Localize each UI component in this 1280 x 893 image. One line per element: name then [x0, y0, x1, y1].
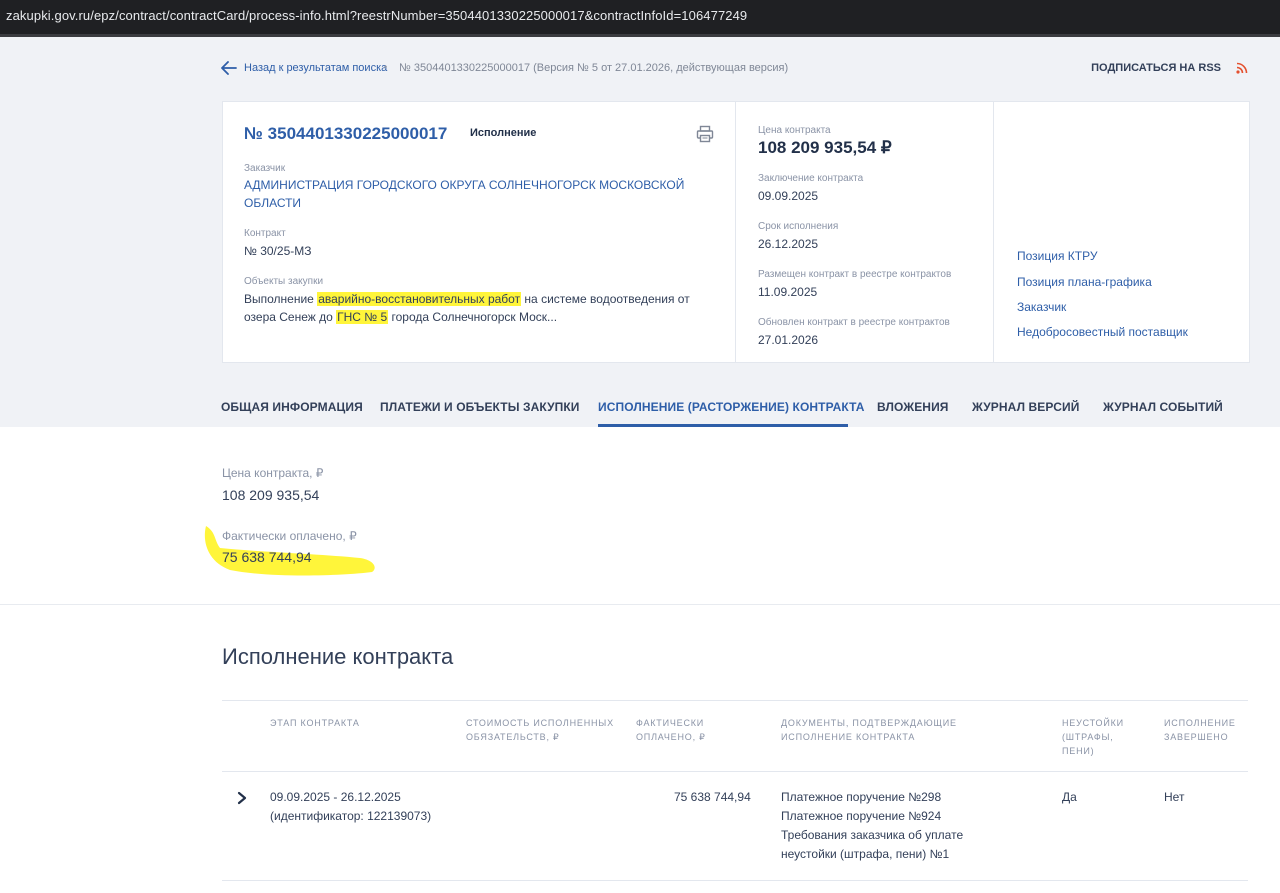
document-link[interactable]: неустойки (штрафа, пени) №1: [781, 847, 949, 861]
th-penalties: НЕУСТОЙКИ (ШТРАФЫ, ПЕНИ): [1062, 718, 1124, 756]
section-title: Исполнение контракта: [222, 644, 454, 669]
print-icon[interactable]: [696, 125, 714, 143]
customer-label: Заказчик: [244, 163, 286, 174]
ktru-position-link[interactable]: Позиция КТРУ: [1017, 249, 1097, 263]
th-completed: ИСПОЛНЕНИЕ ЗАВЕРШЕНО: [1164, 718, 1236, 742]
status-badge: Исполнение: [470, 127, 537, 139]
section-divider: [0, 604, 1280, 605]
document-link[interactable]: Требования заказчика об уплате: [781, 828, 963, 842]
unfair-supplier-link[interactable]: Недобросовестный поставщик: [1017, 325, 1188, 339]
finance-price-label: Цена контракта, ₽: [222, 466, 324, 480]
th-stage: ЭТАП КОНТРАКТА: [270, 718, 360, 728]
highlight-mark: ГНС № 5: [336, 310, 389, 324]
contract-card: № 3504401330225000017 Исполнение Заказчи…: [222, 101, 1250, 363]
cell-completed: Нет: [1164, 790, 1185, 804]
finance-paid-label: Фактически оплачено, ₽: [222, 529, 357, 543]
cell-paid: 75 638 744,94: [674, 790, 751, 804]
conclusion-label: Заключение контракта: [758, 173, 864, 184]
tab-version-log[interactable]: ЖУРНАЛ ВЕРСИЙ: [972, 400, 1079, 414]
updated-value: 27.01.2026: [758, 333, 819, 347]
cell-documents: Платежное поручение №298 Платежное поруч…: [781, 788, 963, 864]
objects-label: Объекты закупки: [244, 276, 324, 287]
term-label: Срок исполнения: [758, 221, 839, 232]
side-links: Позиция КТРУ Позиция плана-графика Заказ…: [995, 102, 1249, 362]
contract-number: № 3504401330225000017: [244, 124, 448, 143]
tab-bar: ОБЩАЯ ИНФОРМАЦИЯ ПЛАТЕЖИ И ОБЪЕКТЫ ЗАКУП…: [221, 390, 1241, 427]
objects-text-line1: Выполнение аварийно-восстановительных ра…: [244, 292, 690, 306]
th-cost: СТОИМОСТЬ ИСПОЛНЕННЫХ ОБЯЗАТЕЛЬСТВ, ₽: [466, 718, 614, 742]
document-link[interactable]: Платежное поручение №298: [781, 790, 941, 804]
tab-attachments[interactable]: ВЛОЖЕНИЯ: [877, 400, 949, 414]
table-border-bottom: [222, 880, 1248, 881]
finance-price-value: 108 209 935,54: [222, 487, 320, 503]
url-text[interactable]: zakupki.gov.ru/epz/contract/contractCard…: [6, 8, 747, 23]
customer-side-link[interactable]: Заказчик: [1017, 300, 1066, 314]
tab-payments[interactable]: ПЛАТЕЖИ И ОБЪЕКТЫ ЗАКУПКИ: [380, 400, 580, 414]
subscribe-rss-link[interactable]: ПОДПИСАТЬСЯ НА RSS: [1091, 62, 1221, 74]
price-value: 108 209 935,54 ₽: [758, 138, 892, 157]
customer-link[interactable]: АДМИНИСТРАЦИЯ ГОРОДСКОГО ОКРУГА СОЛНЕЧНО…: [244, 176, 684, 194]
highlight-mark: аварийно-восстановительных работ: [317, 292, 522, 306]
contract-main-info: № 3504401330225000017 Исполнение Заказчи…: [223, 102, 736, 362]
active-tab-indicator: [598, 424, 848, 427]
back-to-results-link[interactable]: Назад к результатам поиска: [244, 62, 387, 74]
term-value: 26.12.2025: [758, 237, 819, 251]
tab-general-info[interactable]: ОБЩАЯ ИНФОРМАЦИЯ: [221, 400, 363, 414]
th-paid: ФАКТИЧЕСКИ ОПЛАЧЕНО, ₽: [636, 718, 706, 742]
breadcrumb: Назад к результатам поиска • № 350440133…: [221, 60, 1248, 78]
finance-paid-value: 75 638 744,94: [222, 549, 312, 565]
objects-text-line2: озера Сенеж до ГНС № 5 города Солнечного…: [244, 310, 558, 324]
plan-schedule-link[interactable]: Позиция плана-графика: [1017, 275, 1152, 289]
tab-event-log[interactable]: ЖУРНАЛ СОБЫТИЙ: [1103, 400, 1223, 414]
cell-penalties: Да: [1062, 790, 1077, 804]
browser-address-bar[interactable]: zakupki.gov.ru/epz/contract/contractCard…: [0, 0, 1280, 37]
table-header-border: [222, 771, 1248, 772]
breadcrumb-separator: •: [384, 62, 388, 72]
placed-label: Размещен контракт в реестре контрактов: [758, 269, 952, 280]
cell-stage: 09.09.2025 - 26.12.2025 (идентификатор: 1…: [270, 790, 432, 823]
contract-label: Контракт: [244, 228, 286, 239]
arrow-left-icon[interactable]: [221, 61, 237, 75]
chevron-right-icon[interactable]: [236, 791, 248, 805]
customer-link-line2[interactable]: ОБЛАСТИ: [244, 194, 301, 212]
placed-value: 11.09.2025: [758, 285, 818, 299]
price-label: Цена контракта: [758, 125, 831, 136]
conclusion-value: 09.09.2025: [758, 189, 819, 203]
contract-value: № 30/25-МЗ: [244, 244, 312, 258]
th-documents: ДОКУМЕНТЫ, ПОДТВЕРЖДАЮЩИЕ ИСПОЛНЕНИЕ КОНТ…: [781, 718, 957, 742]
updated-label: Обновлен контракт в реестре контрактов: [758, 317, 950, 328]
breadcrumb-current: № 3504401330225000017 (Версия № 5 от 27.…: [399, 62, 789, 74]
document-link[interactable]: Платежное поручение №924: [781, 809, 941, 823]
tab-execution[interactable]: ИСПОЛНЕНИЕ (РАСТОРЖЕНИЕ) КОНТРАКТА: [598, 400, 865, 414]
rss-icon[interactable]: [1236, 62, 1248, 74]
contract-dates: Цена контракта 108 209 935,54 ₽ Заключен…: [737, 102, 994, 362]
table-border-top: [222, 700, 1248, 701]
